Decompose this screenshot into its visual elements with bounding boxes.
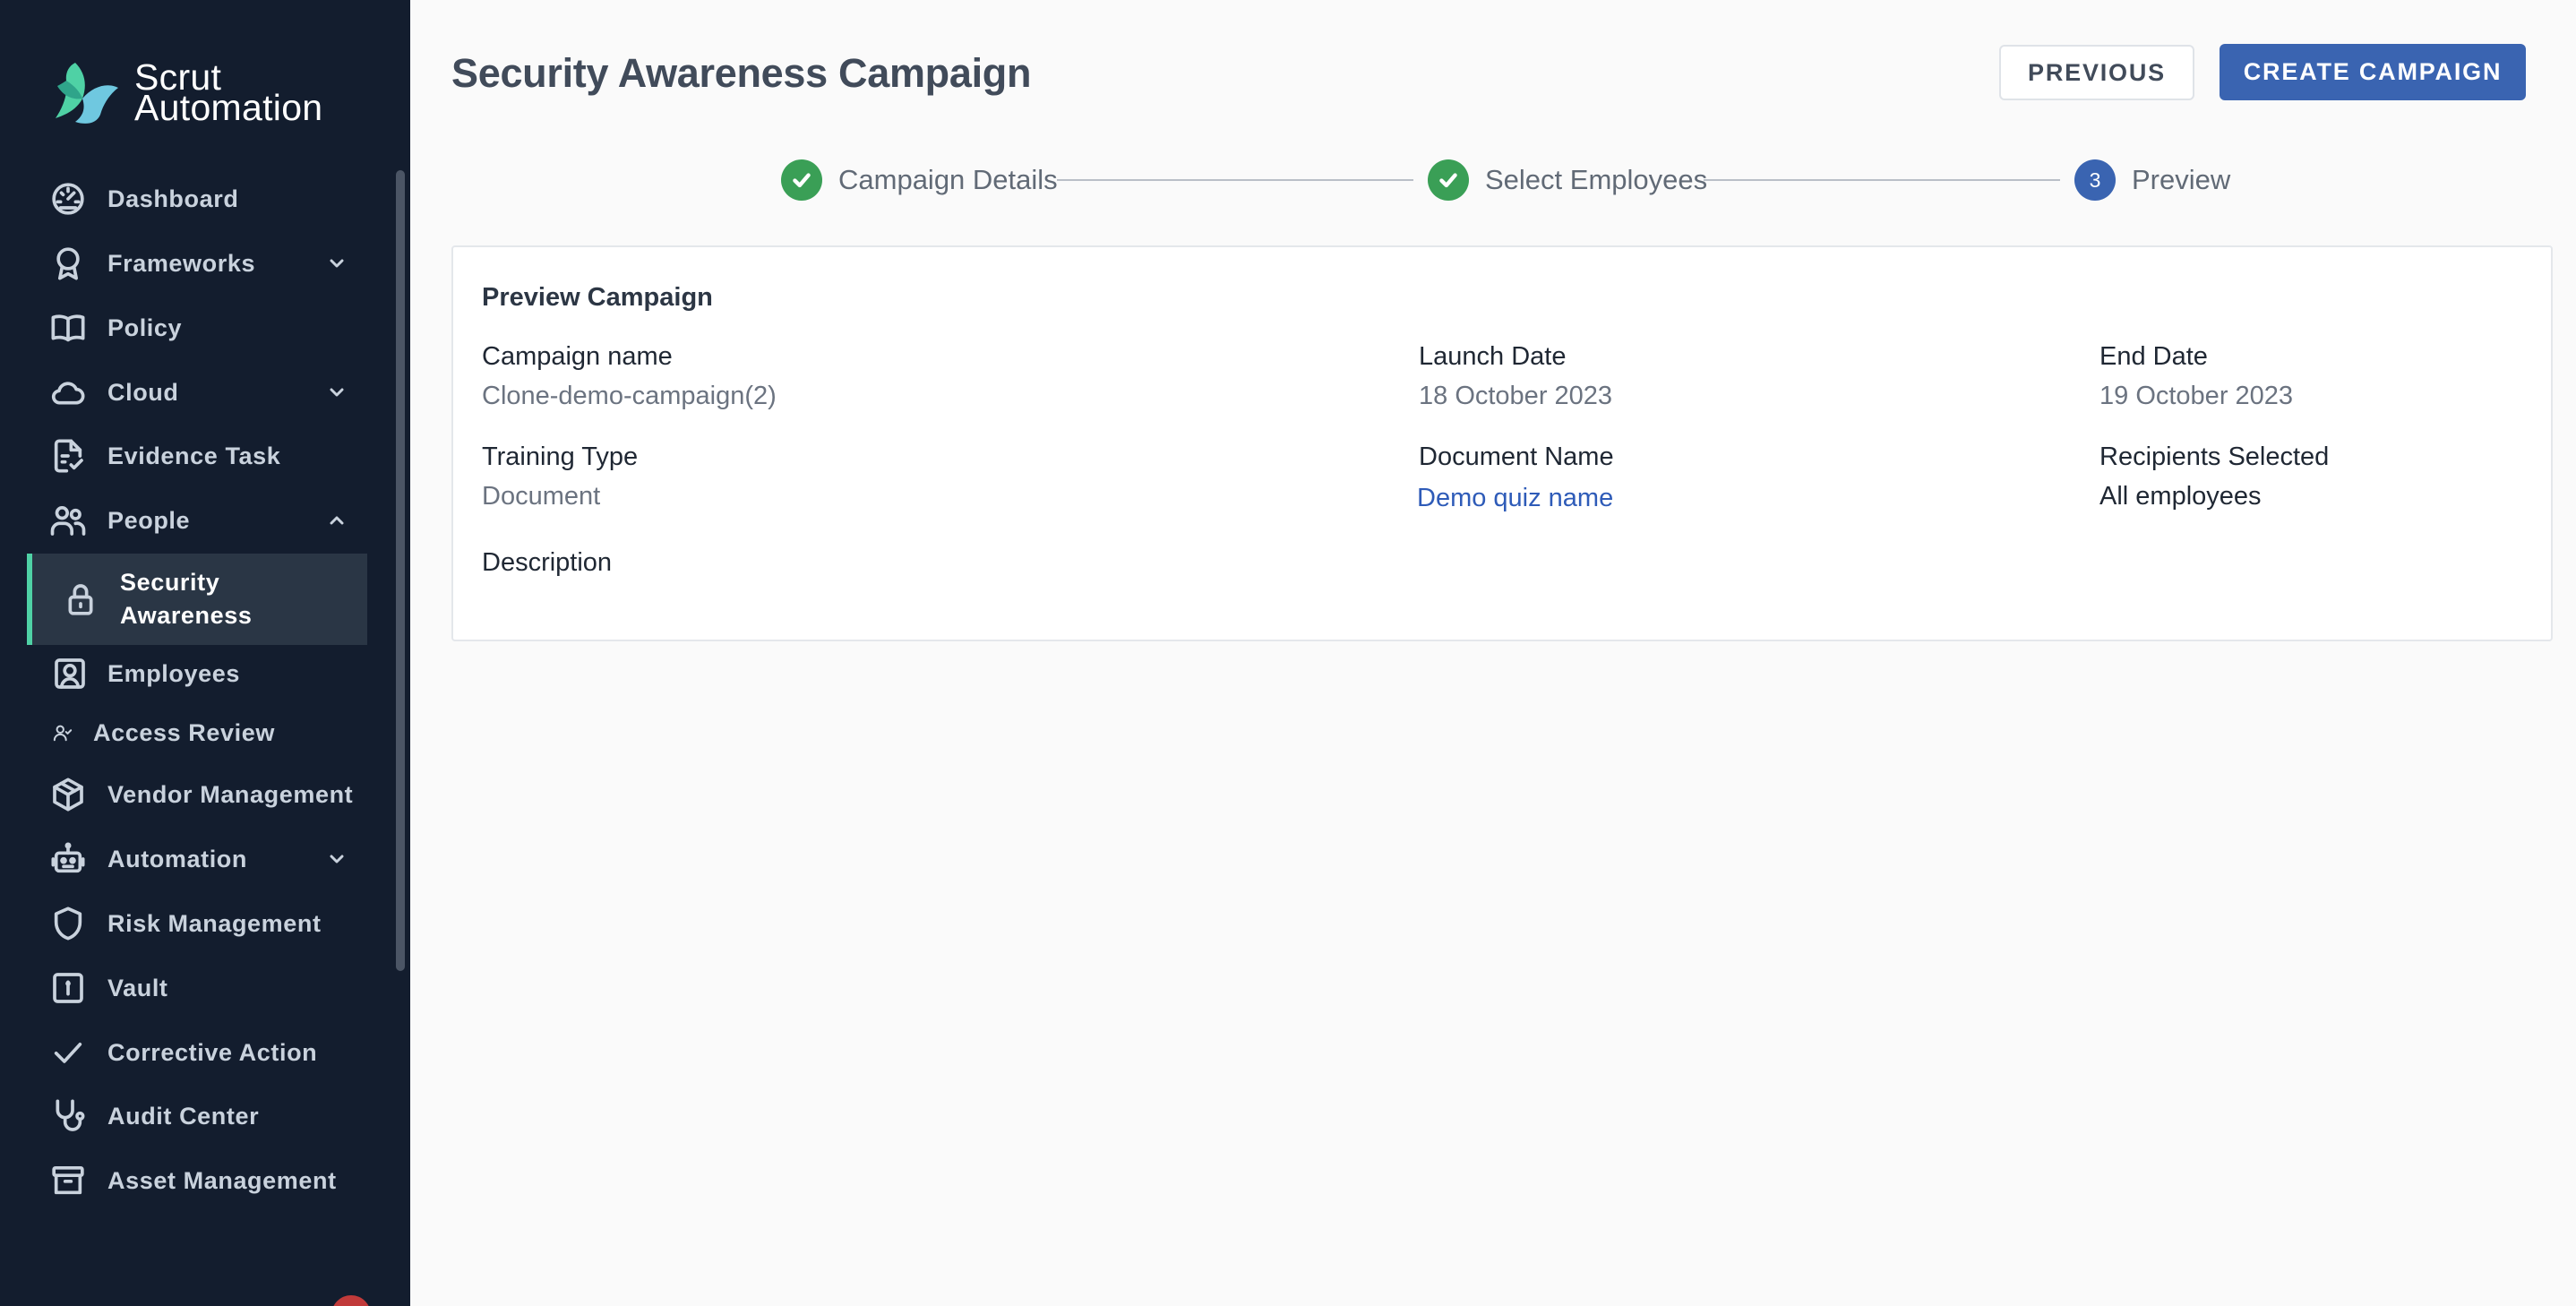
dashboard-icon xyxy=(48,179,88,219)
sidebar-item-label: Vendor Management xyxy=(107,780,354,808)
sidebar-item-frameworks[interactable]: Frameworks xyxy=(27,236,367,290)
notification-badge[interactable] xyxy=(331,1295,371,1306)
shield-icon xyxy=(48,904,88,943)
sidebar-item-label: Vault xyxy=(107,974,168,1001)
file-check-icon xyxy=(48,436,88,476)
sidebar-item-vault[interactable]: Vault xyxy=(27,961,367,1015)
sidebar-item-evidence-task[interactable]: Evidence Task xyxy=(27,429,367,483)
user-square-icon xyxy=(50,654,90,693)
sidebar-item-security-awareness[interactable]: Security Awareness xyxy=(27,554,367,645)
sidebar-item-label: Policy xyxy=(107,314,183,341)
previous-button[interactable]: PREVIOUS xyxy=(1999,45,2194,100)
sidebar-item-label: Evidence Task xyxy=(107,442,281,469)
sidebar-item-label: Frameworks xyxy=(107,249,256,277)
box-icon xyxy=(48,775,88,814)
cloud-icon xyxy=(48,373,88,412)
sidebar-item-label: Access Review xyxy=(93,718,275,746)
step-number-badge: 3 xyxy=(2074,159,2116,201)
sidebar-item-cloud[interactable]: Cloud xyxy=(27,365,367,419)
sidebar-item-automation[interactable]: Automation xyxy=(27,832,367,886)
step-label: Preview xyxy=(2132,164,2231,195)
sidebar-scrollbar[interactable] xyxy=(396,170,405,971)
archive-icon xyxy=(48,1161,88,1200)
book-icon xyxy=(48,308,88,348)
sidebar-item-asset-management[interactable]: Asset Management xyxy=(27,1154,367,1207)
sidebar-item-risk-management[interactable]: Risk Management xyxy=(27,897,367,950)
robot-icon xyxy=(48,839,88,879)
sidebar-item-policy[interactable]: Policy xyxy=(27,301,367,355)
preview-campaign-card: Preview Campaign Campaign name Clone-dem… xyxy=(451,245,2553,641)
launch-date-value: 18 October 2023 xyxy=(1419,382,1613,410)
step-select-employees[interactable]: Select Employees xyxy=(1428,159,1707,201)
check-circle-icon xyxy=(781,159,822,201)
training-type-label: Training Type xyxy=(482,442,639,471)
end-date-value: 19 October 2023 xyxy=(2099,382,2294,410)
step-preview[interactable]: 3 Preview xyxy=(2074,159,2230,201)
scrut-logo[interactable]: Scrut Automation xyxy=(50,59,323,128)
check-circle-icon xyxy=(1428,159,1469,201)
end-date-label: End Date xyxy=(2099,342,2208,371)
recipients-value: All employees xyxy=(2099,482,2262,511)
chevron-down-icon[interactable] xyxy=(326,382,348,403)
campaign-stepper: Campaign Details Select Employees 3 Prev… xyxy=(410,159,2576,201)
main-content: Security Awareness Campaign PREVIOUS CRE… xyxy=(410,0,2576,1306)
create-campaign-button[interactable]: CREATE CAMPAIGN xyxy=(2220,44,2526,100)
sidebar-item-label: Risk Management xyxy=(107,909,322,937)
logo-wordmark: Scrut Automation xyxy=(134,59,323,128)
sidebar-item-access-review[interactable]: Access Review xyxy=(27,706,367,760)
logo-line2: Automation xyxy=(134,87,323,128)
sidebar-item-label: People xyxy=(107,506,191,534)
lock-icon xyxy=(61,580,100,619)
award-icon xyxy=(48,244,88,283)
sidebar-item-label: Security Awareness xyxy=(120,569,253,629)
chevron-up-icon[interactable] xyxy=(326,510,348,531)
step-connector xyxy=(1704,179,2060,181)
campaign-name-label: Campaign name xyxy=(482,342,673,371)
sidebar-item-corrective-action[interactable]: Corrective Action xyxy=(27,1026,367,1079)
sidebar-item-label: Dashboard xyxy=(107,185,239,212)
sidebar-item-label: Audit Center xyxy=(107,1102,260,1130)
step-label: Campaign Details xyxy=(838,164,1058,195)
chevron-down-icon[interactable] xyxy=(326,253,348,274)
sidebar-item-dashboard[interactable]: Dashboard xyxy=(27,172,367,226)
stethoscope-icon xyxy=(48,1096,88,1136)
document-name-label: Document Name xyxy=(1419,442,1614,471)
step-connector xyxy=(1057,179,1413,181)
sidebar-item-label: Cloud xyxy=(107,378,179,406)
sidebar-item-label: Automation xyxy=(107,845,247,872)
sidebar-item-label: Corrective Action xyxy=(107,1038,318,1066)
sidebar-item-employees[interactable]: Employees xyxy=(27,647,367,700)
sidebar-item-people[interactable]: People xyxy=(27,494,367,547)
sidebar-item-audit-center[interactable]: Audit Center xyxy=(27,1089,367,1143)
step-label: Select Employees xyxy=(1485,164,1708,195)
training-type-value: Document xyxy=(482,482,601,511)
sidebar: Scrut Automation Dashboard Frameworks Po… xyxy=(0,0,410,1306)
scrut-logo-icon xyxy=(56,63,118,124)
vault-icon xyxy=(48,968,88,1008)
chevron-down-icon[interactable] xyxy=(326,848,348,870)
sidebar-item-label: Asset Management xyxy=(107,1166,337,1194)
page-title: Security Awareness Campaign xyxy=(451,50,1032,96)
sidebar-item-vendor-management[interactable]: Vendor Management xyxy=(27,768,385,821)
document-name-link[interactable]: Demo quiz name xyxy=(1417,484,1613,513)
campaign-name-value: Clone-demo-campaign(2) xyxy=(482,382,777,410)
launch-date-label: Launch Date xyxy=(1419,342,1567,371)
step-campaign-details[interactable]: Campaign Details xyxy=(781,159,1058,201)
people-icon xyxy=(48,501,88,540)
card-title: Preview Campaign xyxy=(482,283,713,312)
recipients-label: Recipients Selected xyxy=(2099,442,2330,471)
check-icon xyxy=(48,1033,88,1072)
user-check-icon xyxy=(52,713,73,752)
description-label: Description xyxy=(482,548,613,577)
sidebar-item-label: Employees xyxy=(107,659,240,687)
